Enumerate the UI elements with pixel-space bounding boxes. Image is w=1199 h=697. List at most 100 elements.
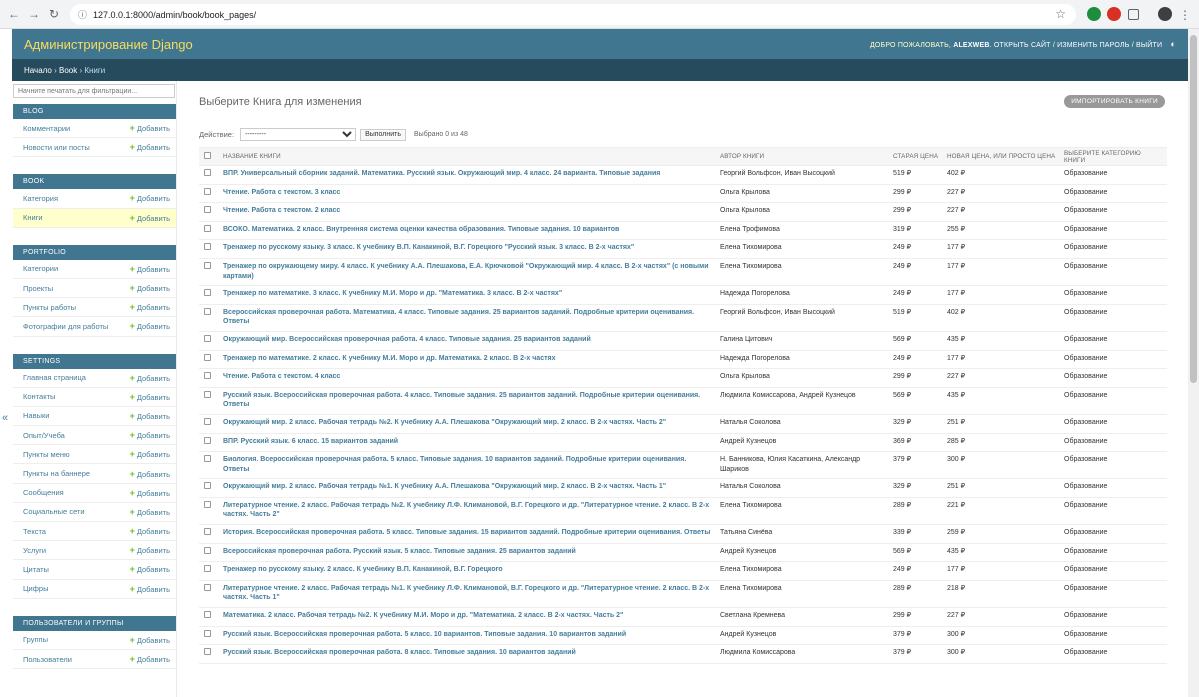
add-link[interactable]: + Добавить [130,264,170,274]
reload-icon[interactable]: ↻ [44,4,64,24]
book-title-link[interactable]: Чтение. Работа с текстом. 4 класс [219,368,716,388]
book-title-link[interactable]: Литературное чтение. 2 класс. Рабочая те… [219,497,716,526]
column-header-category[interactable]: Выберите категорию книги [1060,147,1167,166]
sidebar-item-link[interactable]: Опыт/Учеба [23,431,65,440]
breadcrumb-app[interactable]: Book [59,66,77,75]
add-link[interactable]: + Добавить [130,193,170,203]
add-link[interactable]: + Добавить [130,488,170,498]
sidebar-module-caption[interactable]: Book [13,174,176,190]
book-title-link[interactable]: Чтение. Работа с текстом. 3 класс [219,184,716,204]
book-title-link[interactable]: Литературное чтение. 2 класс. Рабочая те… [219,580,716,609]
column-header-title[interactable]: Название книги [219,147,716,166]
extensions-puzzle-icon[interactable] [1128,9,1139,20]
extension-shield-icon[interactable] [1087,7,1101,21]
book-title-link[interactable]: Всероссийская проверочная работа. Русски… [219,543,716,563]
add-link[interactable]: + Добавить [130,430,170,440]
book-title-link[interactable]: Окружающий мир. Всероссийская проверочна… [219,331,716,351]
add-link[interactable]: + Добавить [130,321,170,331]
row-checkbox[interactable] [204,611,211,619]
change-password-link[interactable]: Изменить пароль [1057,42,1129,49]
extension-adblock-icon[interactable] [1107,7,1121,21]
row-checkbox[interactable] [204,289,211,297]
add-link[interactable]: + Добавить [130,507,170,517]
book-title-link[interactable]: Окружающий мир. 2 класс. Рабочая тетрадь… [219,478,716,498]
row-checkbox[interactable] [204,546,211,554]
book-title-link[interactable]: Тренажер по русскому языку. 2 класс. К у… [219,561,716,581]
sidebar-item-link[interactable]: Новости или посты [23,143,90,152]
row-checkbox[interactable] [204,583,211,591]
row-checkbox[interactable] [204,187,211,195]
add-link[interactable]: + Добавить [130,635,170,645]
add-link[interactable]: + Добавить [130,584,170,594]
sidebar-item-link[interactable]: Цитаты [23,565,49,574]
back-icon[interactable]: ← [4,4,24,24]
row-checkbox[interactable] [204,169,211,176]
sidebar-item-link[interactable]: Категория [23,194,58,203]
row-checkbox[interactable] [204,206,211,214]
logout-link[interactable]: Выйти [1136,42,1162,49]
add-link[interactable]: + Добавить [130,545,170,555]
forward-icon[interactable]: → [24,4,44,24]
row-checkbox[interactable] [204,334,211,342]
book-title-link[interactable]: Математика. 2 класс. Рабочая тетрадь №2.… [219,607,716,627]
add-link[interactable]: + Добавить [130,123,170,133]
view-site-link[interactable]: Открыть сайт [994,42,1051,49]
sidebar-item-link[interactable]: Навыки [23,411,49,420]
scrollbar-thumb[interactable] [1190,35,1197,383]
add-link[interactable]: + Добавить [130,564,170,574]
row-checkbox[interactable] [204,455,211,463]
book-title-link[interactable]: Тренажер по русскому языку. 3 класс. К у… [219,239,716,259]
sidebar-module-caption[interactable]: Settings [13,353,176,369]
page-scrollbar[interactable] [1188,29,1199,697]
row-checkbox[interactable] [204,307,211,315]
book-title-link[interactable]: Русский язык. Всероссийская проверочная … [219,644,716,664]
breadcrumb-home[interactable]: Начало [24,66,52,75]
sidebar-item-link[interactable]: Категории [23,264,58,273]
book-title-link[interactable]: Русский язык. Всероссийская проверочная … [219,626,716,646]
bookmark-star-icon[interactable]: ☆ [1055,7,1066,21]
add-link[interactable]: + Добавить [130,373,170,383]
site-branding[interactable]: Администрирование Django [24,37,193,52]
sidebar-item-link[interactable]: Проекты [23,284,53,293]
book-title-link[interactable]: Тренажер по окружающему миру. 4 класс. К… [219,258,716,287]
book-title-link[interactable]: Тренажер по математике. 3 класс. К учебн… [219,285,716,305]
select-all-checkbox[interactable] [204,152,211,159]
sidebar-filter-input[interactable]: Начните печатать для фильтрации... [13,84,175,98]
book-title-link[interactable]: Русский язык. Всероссийская проверочная … [219,387,716,415]
row-checkbox[interactable] [204,390,211,398]
book-title-link[interactable]: ВПР. Русский язык. 6 класс. 15 вариантов… [219,433,716,453]
book-title-link[interactable]: История. Всероссийская проверочная работ… [219,524,716,544]
book-title-link[interactable]: Биология. Всероссийская проверочная рабо… [219,451,716,480]
sidebar-item-link[interactable]: Пункты работы [23,303,76,312]
sidebar-item-link[interactable]: Услуги [23,546,46,555]
add-link[interactable]: + Добавить [130,654,170,664]
sidebar-item-link[interactable]: Фотографии для работы [23,322,108,331]
book-title-link[interactable]: Чтение. Работа с текстом. 2 класс [219,202,716,222]
sidebar-item-link[interactable]: Сообщения [23,488,64,497]
sidebar-item-link[interactable]: Пункты меню [23,450,70,459]
add-link[interactable]: + Добавить [130,213,170,223]
row-checkbox[interactable] [204,243,211,251]
theme-toggle-icon[interactable]: ◐ [1170,39,1176,49]
sidebar-item-link[interactable]: Контакты [23,392,55,401]
row-checkbox[interactable] [204,353,211,361]
add-link[interactable]: + Добавить [130,392,170,402]
row-checkbox[interactable] [204,528,211,536]
column-header-new-price[interactable]: Новая цена, или просто цена [943,147,1060,166]
profile-avatar-icon[interactable] [1158,7,1172,21]
sidebar-item-link[interactable]: Главная страница [23,373,86,382]
row-checkbox[interactable] [204,482,211,490]
sidebar-item-link[interactable]: Текста [23,527,46,536]
row-checkbox[interactable] [204,565,211,573]
row-checkbox[interactable] [204,436,211,444]
collapse-sidebar-icon[interactable]: « [2,412,8,424]
book-title-link[interactable]: Окружающий мир. 2 класс. Рабочая тетрадь… [219,414,716,434]
book-title-link[interactable]: ВСОКО. Математика. 2 класс. Внутренняя с… [219,221,716,241]
book-title-link[interactable]: Всероссийская проверочная работа. Матема… [219,304,716,332]
import-button[interactable]: Импортировать Книги [1064,95,1165,108]
row-checkbox[interactable] [204,500,211,508]
sidebar-module-caption[interactable]: Пользователи и группы [13,615,176,631]
column-header-author[interactable]: Автор книги [716,147,889,166]
add-link[interactable]: + Добавить [130,469,170,479]
sidebar-module-caption[interactable]: Portfolio [13,244,176,260]
